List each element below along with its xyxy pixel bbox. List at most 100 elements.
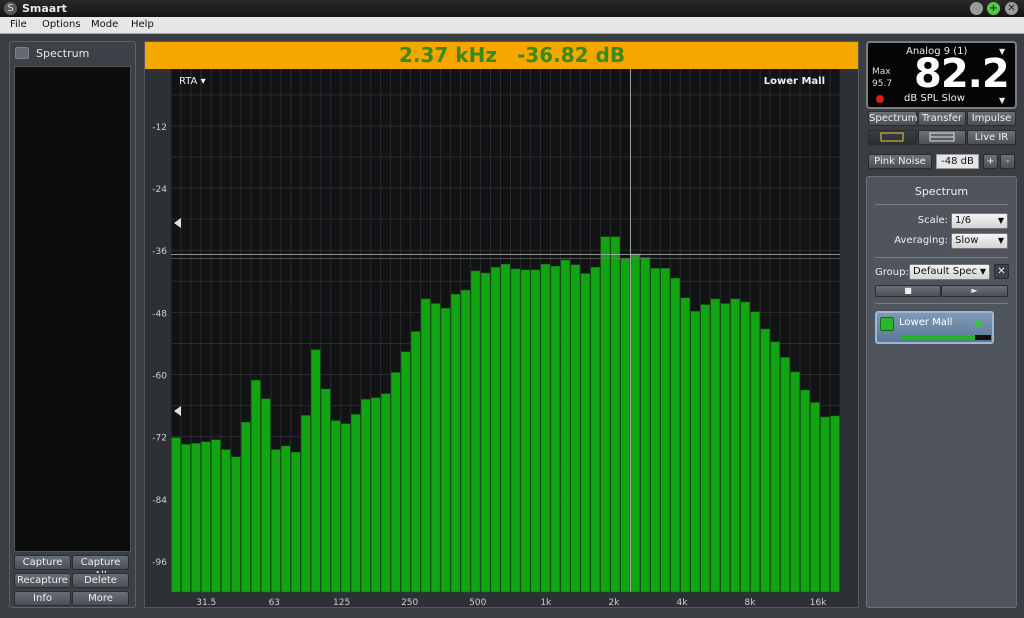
x-tick-label: 4k — [676, 598, 688, 607]
rta-chart[interactable]: -12 -24 -36 -48 -60 -72 -84 -96 31.5 63 125 250 500 1… — [145, 69, 858, 607]
spectrum-bar — [640, 257, 651, 593]
tab-spectrum[interactable]: Spectrum — [868, 111, 917, 126]
dual-plot-button[interactable] — [918, 130, 966, 145]
x-tick-label: 500 — [469, 598, 486, 607]
spectrum-bar — [410, 331, 421, 593]
spectrum-control-panel: Spectrum Scale: 1/6 ▼ Averaging: Slow ▼ … — [866, 176, 1017, 608]
maximize-icon[interactable]: + — [987, 2, 1000, 15]
spl-max-value: 95.7 — [872, 79, 893, 89]
spectrum-bar — [530, 269, 541, 593]
spectrum-toggle-checkbox[interactable] — [15, 47, 29, 59]
scale-value: 1/6 — [955, 215, 972, 226]
start-all-button[interactable]: ► — [941, 285, 1008, 297]
pink-noise-level-field[interactable]: -48 dB — [936, 154, 979, 169]
chevron-down-icon: ▼ — [997, 216, 1004, 225]
menu-mode[interactable]: Mode — [91, 19, 118, 30]
spectrum-bar — [430, 303, 441, 593]
live-ir-button[interactable]: Live IR — [967, 130, 1016, 145]
rta-plot-panel: 2.37 kHz -36.82 dB -12 -24 -36 -48 -60 -72 -84… — [144, 41, 859, 608]
spectrum-bar — [291, 451, 301, 593]
spectrum-bar — [570, 264, 581, 593]
tab-impulse[interactable]: Impulse — [967, 111, 1016, 126]
spectrum-bar — [750, 311, 760, 593]
y-tick-label: -96 — [152, 558, 167, 568]
level-decrease-button[interactable]: - — [1000, 154, 1015, 169]
spectrum-bar — [800, 389, 810, 593]
cursor-readout-bar: 2.37 kHz -36.82 dB — [145, 42, 858, 69]
spectrum-bar — [321, 388, 331, 593]
cursor-level: -36.82 dB — [517, 43, 626, 67]
spectrum-bar — [760, 328, 770, 593]
spectrum-bar — [241, 421, 251, 593]
level-increase-button[interactable]: + — [983, 154, 998, 169]
play-icon[interactable]: ▶ — [975, 316, 984, 330]
spectrum-bar — [440, 307, 451, 593]
spectrum-bar — [450, 294, 461, 593]
spl-meter[interactable]: Analog 9 (1) ▼ Max 95.7 82.2 dB SPL Slow… — [866, 41, 1017, 109]
tab-transfer[interactable]: Transfer — [918, 111, 966, 126]
single-plot-button[interactable] — [868, 130, 917, 145]
y-tick-label: -84 — [152, 496, 167, 506]
spectrum-bar — [370, 397, 381, 593]
menu-file[interactable]: File — [10, 19, 27, 30]
measurement-enable-checkbox[interactable] — [880, 317, 894, 331]
capture-list[interactable] — [14, 66, 131, 552]
info-button[interactable]: Info — [14, 591, 71, 606]
delete-button[interactable]: Delete — [72, 573, 129, 588]
menu-bar: File Options Mode Help — [0, 17, 1024, 34]
recapture-button[interactable]: Recapture — [14, 573, 71, 588]
stop-all-button[interactable]: ■ — [875, 285, 941, 297]
spectrum-bar — [630, 253, 641, 593]
divider — [875, 303, 1008, 304]
spectrum-bar — [790, 371, 800, 593]
spectrum-bar — [470, 270, 481, 593]
spectrum-bar — [251, 379, 261, 593]
spectrum-bar — [580, 273, 591, 593]
app-window: S Smaart + ✕ File Options Mode Help Spec… — [0, 0, 1024, 618]
single-plot-icon — [880, 132, 904, 142]
spectrum-bar — [331, 420, 341, 593]
averaging-value: Slow — [955, 235, 979, 246]
more-button[interactable]: More — [72, 591, 129, 606]
spectrum-bar — [390, 372, 401, 593]
units-dropdown-icon[interactable]: ▼ — [999, 96, 1005, 105]
tools-icon[interactable]: ✕ — [994, 264, 1009, 279]
group-select[interactable]: Default Spec ▼ — [909, 264, 990, 280]
scale-select[interactable]: 1/6 ▼ — [951, 213, 1008, 229]
chevron-down-icon: ▼ — [997, 236, 1004, 245]
x-tick-label: 31.5 — [196, 598, 216, 607]
spectrum-bar — [740, 301, 750, 593]
spectrum-bar — [690, 311, 700, 593]
spectrum-bar — [610, 236, 621, 593]
spectrum-bar — [620, 258, 631, 593]
window-title: Smaart — [22, 2, 67, 15]
averaging-select[interactable]: Slow ▼ — [951, 233, 1008, 249]
y-tick-label: -36 — [152, 247, 167, 257]
dual-plot-icon — [929, 132, 955, 142]
record-indicator-icon — [876, 95, 884, 103]
spectrum-bar — [211, 439, 221, 593]
spectrum-bar — [171, 437, 181, 593]
scale-label: Scale: — [917, 215, 948, 226]
x-tick-label: 125 — [333, 598, 350, 607]
y-tick-label: -48 — [152, 309, 167, 319]
close-icon[interactable]: ✕ — [1005, 2, 1018, 15]
spectrum-bar — [820, 416, 830, 593]
averaging-label: Averaging: — [894, 235, 948, 246]
pink-noise-button[interactable]: Pink Noise — [868, 154, 932, 169]
capture-button[interactable]: Capture — [14, 555, 71, 570]
capture-all-button[interactable]: Capture All — [72, 555, 129, 581]
spectrum-bar — [720, 303, 730, 593]
rta-mode-label[interactable]: RTA ▾ — [179, 76, 206, 87]
measurement-item-lower-mall[interactable]: Lower Mall ▶ — [875, 311, 994, 344]
spectrum-bar — [700, 304, 710, 593]
x-tick-label: 16k — [810, 598, 827, 607]
menu-options[interactable]: Options — [42, 19, 81, 30]
minimize-icon[interactable] — [970, 2, 983, 15]
spectrum-bar — [810, 402, 820, 593]
spl-units-label: dB SPL Slow — [904, 93, 965, 104]
control-panel-title: Spectrum — [914, 185, 969, 198]
spectrum-bar — [380, 393, 391, 593]
menu-help[interactable]: Help — [131, 19, 154, 30]
spectrum-bar — [221, 449, 231, 593]
